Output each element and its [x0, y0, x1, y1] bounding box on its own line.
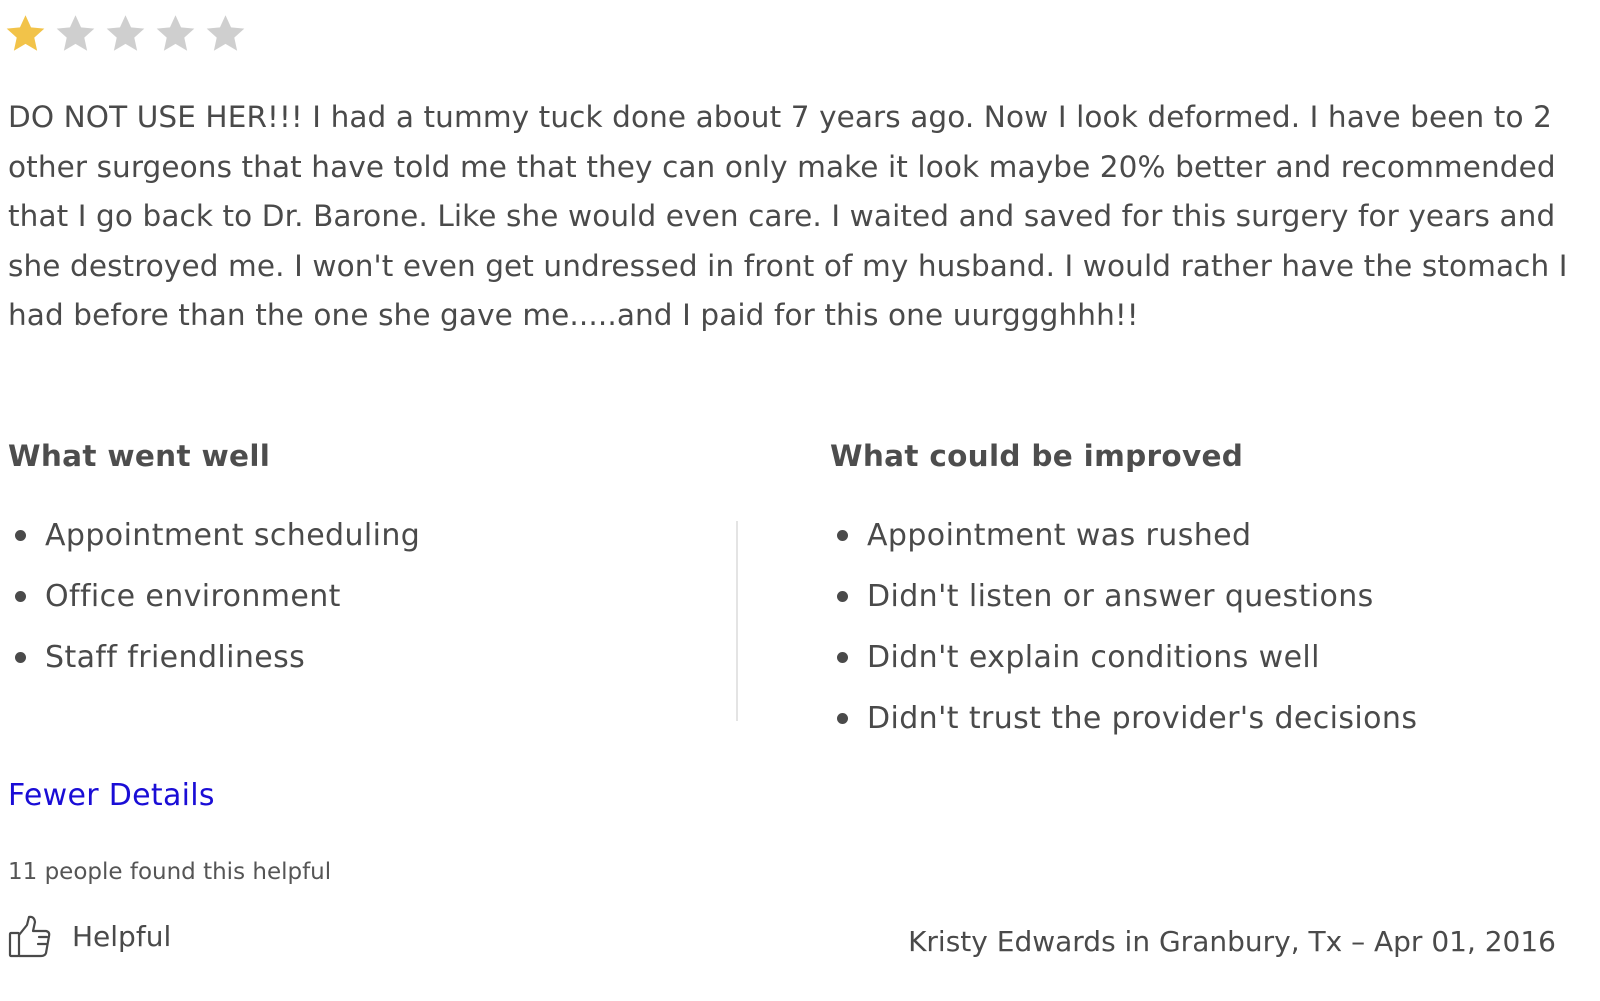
could-improve-item: Didn't trust the provider's decisions	[830, 688, 1590, 749]
star-empty-icon	[154, 12, 197, 55]
went-well-item-label: Office environment	[45, 579, 341, 614]
went-well-heading: What went well	[8, 439, 271, 473]
went-well-section: What went well Appointment scheduling Of…	[8, 434, 708, 688]
reviewer-info: Kristy Edwards in Granbury, Tx – Apr 01,…	[908, 925, 1556, 958]
went-well-item: Staff friendliness	[8, 627, 708, 688]
bullet-icon	[837, 591, 848, 602]
thumbs-up-icon	[8, 914, 52, 960]
could-improve-heading: What could be improved	[830, 439, 1244, 473]
helpful-count: 11 people found this helpful	[8, 859, 332, 885]
could-improve-item-label: Didn't listen or answer questions	[867, 579, 1374, 614]
review-text: DO NOT USE HER!!! I had a tummy tuck don…	[8, 100, 1568, 333]
column-divider	[736, 521, 738, 721]
could-improve-list: Appointment was rushed Didn't listen or …	[830, 505, 1590, 749]
star-rating	[4, 12, 247, 55]
bullet-icon	[15, 652, 26, 663]
star-filled-icon	[4, 12, 47, 55]
could-improve-item-label: Didn't trust the provider's decisions	[867, 701, 1418, 736]
star-empty-icon	[54, 12, 97, 55]
went-well-item-label: Appointment scheduling	[45, 518, 421, 553]
could-improve-item-label: Didn't explain conditions well	[867, 640, 1320, 675]
went-well-item: Appointment scheduling	[8, 505, 708, 566]
bullet-icon	[837, 652, 848, 663]
went-well-list: Appointment scheduling Office environmen…	[8, 505, 708, 688]
bullet-icon	[15, 591, 26, 602]
went-well-item-label: Staff friendliness	[45, 640, 306, 675]
bullet-icon	[15, 530, 26, 541]
could-improve-item: Didn't explain conditions well	[830, 627, 1590, 688]
helpful-label: Helpful	[72, 920, 172, 953]
could-improve-item-label: Appointment was rushed	[867, 518, 1252, 553]
could-improve-section: What could be improved Appointment was r…	[830, 434, 1590, 749]
could-improve-item: Didn't listen or answer questions	[830, 566, 1590, 627]
bullet-icon	[837, 530, 848, 541]
went-well-item: Office environment	[8, 566, 708, 627]
helpful-button[interactable]: Helpful	[8, 914, 171, 960]
bullet-icon	[837, 713, 848, 724]
star-empty-icon	[104, 12, 147, 55]
star-empty-icon	[204, 12, 247, 55]
fewer-details-link[interactable]: Fewer Details	[8, 774, 215, 818]
could-improve-item: Appointment was rushed	[830, 505, 1590, 566]
